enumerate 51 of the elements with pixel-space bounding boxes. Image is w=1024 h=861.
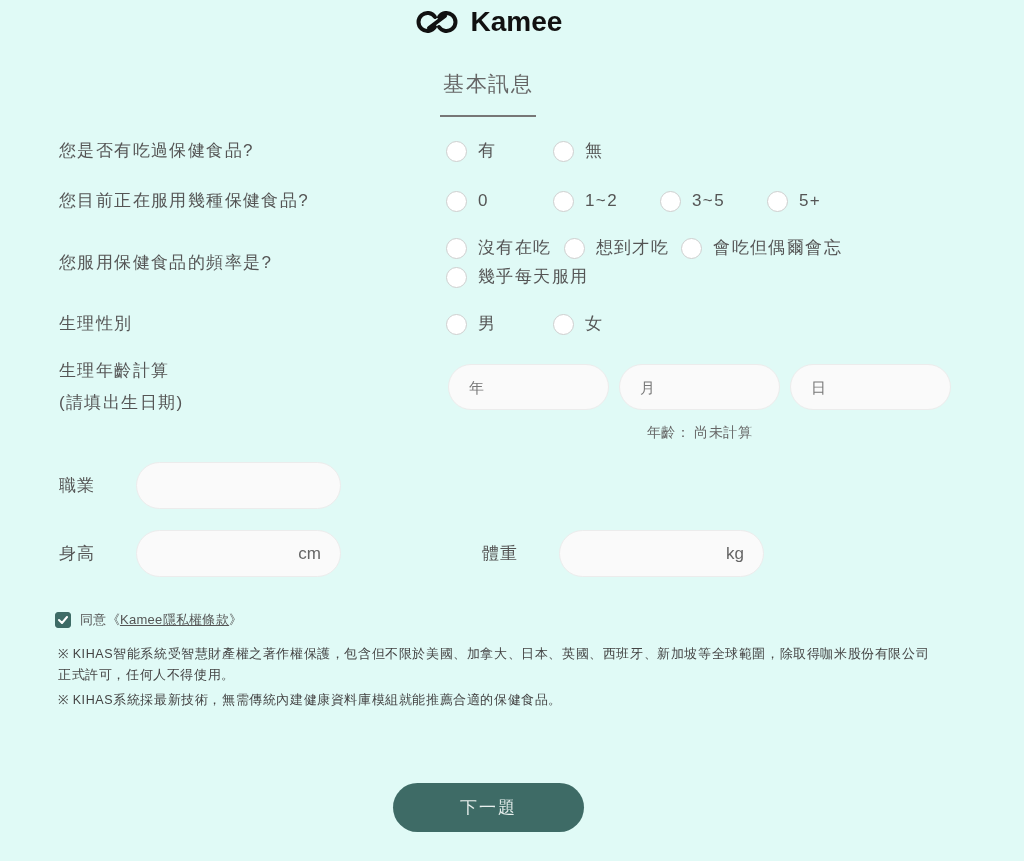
date-field[interactable]: 年 [448,364,609,410]
radio-button[interactable] [767,190,788,212]
question-label: 您是否有吃過保健食品? [59,140,255,162]
radio-button[interactable] [563,237,585,259]
option-label[interactable]: 3~5 [692,189,726,213]
radio-button[interactable] [446,266,467,288]
unit-label: kg [726,543,744,564]
date-field[interactable]: 月 [619,364,780,410]
option-label[interactable]: 沒有在吃 [478,236,552,260]
notice-text: ※ KIHAS智能系統受智慧財產權之著作權保護，包含但不限於美國、加拿大、日本、英國、西班牙、新加坡等全球範圍，除取得咖米股份有限公司正式許可，任何人不得使用。 [58,646,931,684]
text-field[interactable] [136,462,341,509]
checkbox[interactable] [55,612,71,628]
radio-button[interactable] [660,190,681,212]
date-field[interactable]: 日 [790,364,951,410]
question-hint: (請填出生日期) [59,392,185,414]
privacy-link[interactable]: Kamee隱私權條款 [119,612,230,627]
option-label[interactable]: 無 [585,139,604,163]
radio-button[interactable] [446,313,467,335]
radio-button[interactable] [553,140,574,162]
option-label[interactable]: 有 [478,139,497,163]
field-label: 身高 [59,543,97,565]
unit-label: cm [298,543,321,564]
field-label: 職業 [59,475,97,497]
consent-text: 同意《Kamee隱私權條款》 [80,611,243,629]
age-result: 年齡： 尚未計算 [646,424,753,440]
radio-button[interactable] [446,140,467,162]
option-label[interactable]: 會吃但偶爾會忘 [713,236,843,260]
question-label: 生理性別 [59,313,134,335]
brand-name: Kamee [470,8,563,36]
option-label[interactable]: 男 [478,312,497,336]
measure-field[interactable]: kg [559,530,764,577]
radio-button[interactable] [446,190,467,212]
question-label: 您服用保健食品的頻率是? [59,251,274,274]
option-label[interactable]: 幾乎每天服用 [478,265,589,289]
measure-field[interactable]: cm [136,530,341,577]
notice-text: ※ KIHAS系統採最新技術，無需傳統內建健康資料庫模組就能推薦合適的保健食品。 [58,692,563,709]
option-label[interactable]: 想到才吃 [595,236,670,260]
next-button[interactable]: 下一題 [392,783,584,832]
section-title: 基本訊息 [443,71,533,97]
check-icon [58,616,68,624]
radio-button[interactable] [446,237,467,259]
question-label: 生理年齡計算 [59,360,171,382]
field-label: 體重 [482,543,520,565]
option-label[interactable]: 0 [478,189,489,213]
option-label[interactable]: 1~2 [585,189,619,213]
radio-button[interactable] [553,313,574,335]
option-label[interactable]: 5+ [799,189,822,213]
radio-button[interactable] [553,190,574,212]
question-label: 您目前正在服用幾種保健食品? [59,190,311,212]
radio-button[interactable] [681,237,703,259]
option-label[interactable]: 女 [585,312,604,336]
